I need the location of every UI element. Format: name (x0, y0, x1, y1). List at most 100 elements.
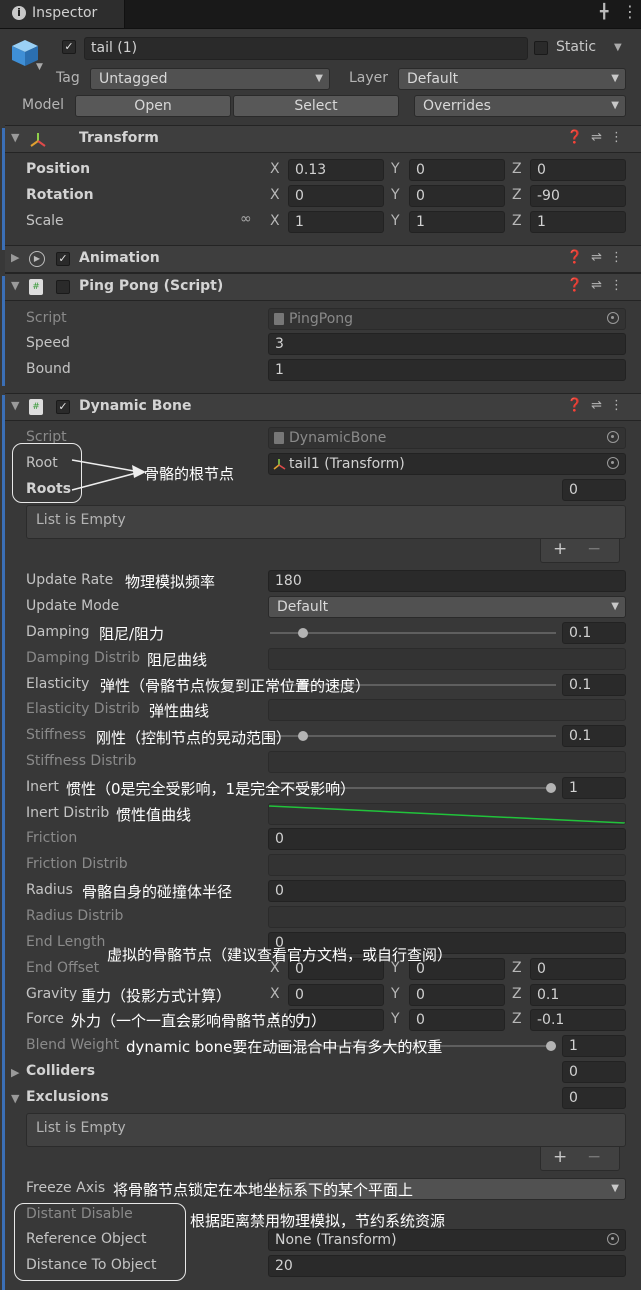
position-x-field[interactable]: 0.13 (288, 159, 384, 181)
component-menu-icon[interactable]: ⋮ (610, 398, 631, 413)
end-length-label: End Length (26, 934, 106, 950)
reference-object-value: None (Transform) (275, 1232, 397, 1248)
foldout-open-icon[interactable]: ▼ (11, 279, 19, 292)
stiffness-slider-track[interactable] (270, 735, 556, 737)
remove-element-button[interactable]: − (587, 1147, 601, 1167)
root-field[interactable]: tail1 (Transform) (268, 453, 626, 475)
object-picker-icon[interactable] (607, 1233, 619, 1245)
colliders-foldout-icon[interactable]: ▶ (11, 1066, 19, 1079)
transform-header[interactable]: ▼ Transform ❓⇌⋮ (5, 125, 641, 153)
db-script-value: DynamicBone (289, 430, 387, 446)
inert-slider-thumb[interactable] (546, 783, 556, 793)
component-menu-icon[interactable]: ⋮ (610, 250, 631, 265)
object-name-input[interactable]: tail (1) (84, 37, 528, 60)
tag-dropdown[interactable]: Untagged ▼ (90, 68, 330, 90)
position-z-field[interactable]: 0 (530, 159, 626, 181)
stiffness-distrib-curve[interactable] (268, 751, 626, 773)
add-element-button[interactable]: + (553, 1147, 567, 1167)
pingpong-enabled-checkbox[interactable] (56, 280, 70, 294)
annotation-inert-distrib: 惯性值曲线 (116, 806, 192, 824)
dynamicbone-enabled-checkbox[interactable]: ✓ (56, 400, 70, 414)
friction-field[interactable]: 0 (268, 828, 626, 850)
position-label: Position (26, 161, 91, 177)
icon-dropdown-arrow-icon[interactable]: ▼ (36, 62, 43, 72)
foldout-open-icon[interactable]: ▼ (11, 399, 19, 412)
constrain-proportions-link-icon[interactable]: ∞ (240, 211, 252, 227)
component-menu-icon[interactable]: ⋮ (610, 278, 631, 293)
reference-object-field[interactable]: None (Transform) (268, 1229, 626, 1251)
damping-slider-track[interactable] (270, 632, 556, 634)
exclusions-count-field[interactable]: 0 (562, 1087, 626, 1109)
gravity-y-field[interactable]: 0 (409, 984, 505, 1006)
damping-distrib-curve[interactable] (268, 648, 626, 670)
inert-distrib-curve[interactable] (268, 803, 626, 825)
update-rate-field[interactable]: 180 (268, 570, 626, 592)
inert-field[interactable]: 1 (562, 777, 626, 799)
overrides-label: Overrides (423, 98, 491, 114)
friction-distrib-curve[interactable] (268, 854, 626, 876)
object-picker-icon[interactable] (607, 457, 619, 469)
gravity-z-field[interactable]: 0.1 (530, 984, 626, 1006)
active-checkbox[interactable]: ✓ (62, 40, 76, 54)
elasticity-field[interactable]: 0.1 (562, 674, 626, 696)
damping-slider-thumb[interactable] (297, 628, 308, 638)
preset-icon[interactable]: ⇌ (591, 278, 610, 293)
update-mode-dropdown[interactable]: Default ▼ (268, 596, 626, 618)
rotation-z-field[interactable]: -90 (530, 185, 626, 207)
help-icon[interactable]: ❓ (567, 398, 591, 413)
distance-to-object-field[interactable]: 20 (268, 1255, 626, 1277)
radius-field[interactable]: 0 (268, 880, 626, 902)
script-asset-icon (274, 432, 284, 444)
help-icon[interactable]: ❓ (567, 130, 591, 145)
pingpong-header[interactable]: ▼ # Ping Pong (Script) ❓⇌⋮ (5, 273, 641, 301)
force-z-field[interactable]: -0.1 (530, 1009, 626, 1031)
axis-y-label: Y (391, 986, 400, 1002)
scale-x-field[interactable]: 1 (288, 211, 384, 233)
position-y-field[interactable]: 0 (409, 159, 505, 181)
help-icon[interactable]: ❓ (567, 278, 591, 293)
speed-field[interactable]: 3 (268, 333, 626, 355)
rotation-y-field[interactable]: 0 (409, 185, 505, 207)
colliders-count-field[interactable]: 0 (562, 1061, 626, 1083)
more-menu-icon[interactable]: ⋮ (622, 2, 638, 21)
root-value: tail1 (Transform) (289, 456, 405, 472)
bound-field[interactable]: 1 (268, 359, 626, 381)
select-button[interactable]: Select (233, 95, 399, 117)
force-y-field[interactable]: 0 (409, 1009, 505, 1031)
add-element-button[interactable]: + (553, 539, 567, 559)
stiffness-field[interactable]: 0.1 (562, 725, 626, 747)
dynamicbone-header[interactable]: ▼ # ✓ Dynamic Bone ❓⇌⋮ (5, 393, 641, 421)
static-dropdown-arrow-icon[interactable]: ▼ (614, 42, 622, 53)
component-header-icons: ❓⇌⋮ (567, 250, 631, 265)
inspector-tab[interactable]: i Inspector (0, 0, 125, 28)
help-icon[interactable]: ❓ (567, 250, 591, 265)
blend-weight-field[interactable]: 1 (562, 1035, 626, 1057)
gravity-x-field[interactable]: 0 (288, 984, 384, 1006)
overrides-dropdown[interactable]: Overrides ▼ (414, 95, 626, 117)
exclusions-foldout-icon[interactable]: ▼ (11, 1092, 19, 1105)
stiffness-slider-thumb[interactable] (297, 731, 308, 741)
layer-dropdown[interactable]: Default ▼ (398, 68, 626, 90)
animation-header[interactable]: ▶ ▶ ✓ Animation ❓⇌⋮ (5, 245, 641, 273)
preset-icon[interactable]: ⇌ (591, 250, 610, 265)
update-rate-label: Update Rate (26, 572, 114, 588)
end-offset-z-field[interactable]: 0 (530, 958, 626, 980)
blend-weight-slider-thumb[interactable] (546, 1041, 556, 1051)
roots-count-field[interactable]: 0 (562, 479, 626, 501)
scale-y-field[interactable]: 1 (409, 211, 505, 233)
damping-field[interactable]: 0.1 (562, 622, 626, 644)
elasticity-distrib-curve[interactable] (268, 699, 626, 721)
open-button[interactable]: Open (75, 95, 231, 117)
static-checkbox[interactable] (534, 41, 548, 55)
preset-icon[interactable]: ⇌ (591, 398, 610, 413)
foldout-open-icon[interactable]: ▼ (11, 131, 19, 144)
remove-element-button[interactable]: − (587, 539, 601, 559)
component-menu-icon[interactable]: ⋮ (610, 130, 631, 145)
scale-z-field[interactable]: 1 (530, 211, 626, 233)
preset-icon[interactable]: ⇌ (591, 130, 610, 145)
rotation-x-field[interactable]: 0 (288, 185, 384, 207)
animation-enabled-checkbox[interactable]: ✓ (56, 252, 70, 266)
radius-distrib-curve[interactable] (268, 906, 626, 928)
foldout-closed-icon[interactable]: ▶ (11, 251, 19, 264)
lock-icon[interactable]: ╋ (600, 4, 608, 20)
